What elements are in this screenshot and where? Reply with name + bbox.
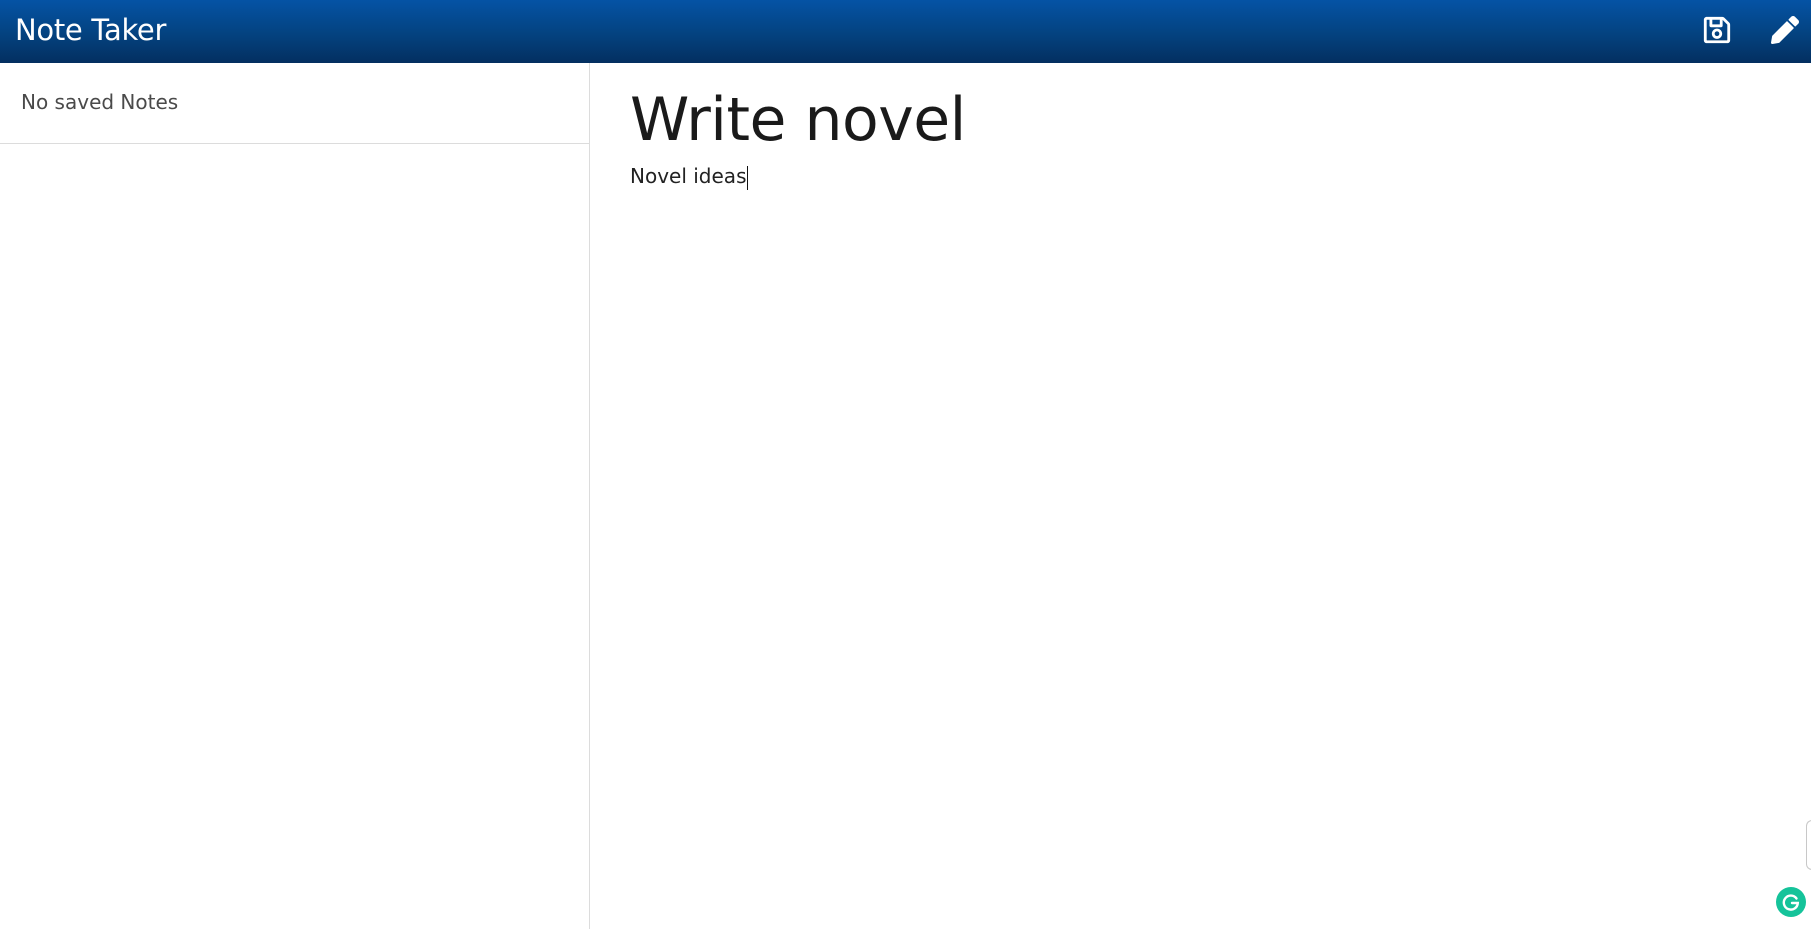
side-panel-tab[interactable] <box>1806 820 1811 870</box>
pencil-icon <box>1771 16 1799 44</box>
note-title-input[interactable] <box>630 80 1780 160</box>
list-item: No saved Notes <box>0 63 589 144</box>
navbar: Note Taker <box>0 0 1811 63</box>
note-editor: Novel ideas <box>591 63 1811 929</box>
note-textarea[interactable]: Novel ideas <box>630 161 1780 901</box>
notes-sidebar: No saved Notes <box>0 63 590 929</box>
save-note-button[interactable] <box>1700 13 1734 47</box>
grammarly-icon <box>1782 894 1800 911</box>
text-cursor <box>747 165 749 190</box>
note-text-content: Novel ideas <box>630 164 747 188</box>
grammarly-button[interactable] <box>1776 887 1806 917</box>
new-note-button[interactable] <box>1768 13 1802 47</box>
save-icon <box>1703 16 1731 44</box>
empty-notes-message: No saved Notes <box>21 90 179 114</box>
app-title[interactable]: Note Taker <box>15 13 166 47</box>
